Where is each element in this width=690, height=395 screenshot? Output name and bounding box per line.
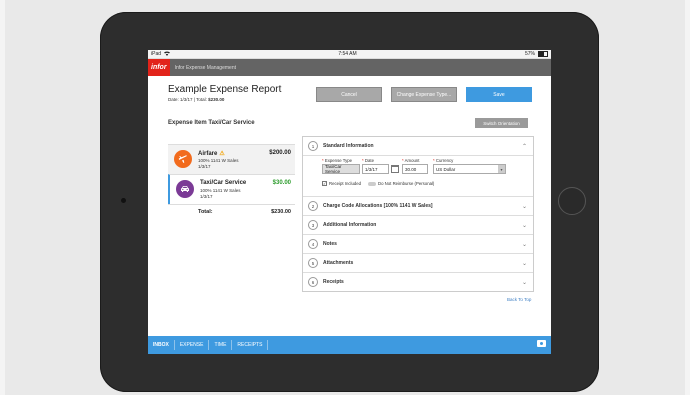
expense-type-label: * Expense Type	[322, 158, 353, 163]
receipt-included-checkbox[interactable]: ✓ Receipt Included	[322, 181, 361, 186]
cancel-button[interactable]: Cancel	[316, 87, 382, 102]
do-not-reimburse-toggle[interactable]: Do Not Reimburse (Personal)	[368, 181, 434, 186]
infor-logo[interactable]: infor	[148, 59, 170, 76]
chevron-down-icon: ⌄	[521, 222, 527, 229]
currency-select[interactable]: US Dollar ▾	[433, 164, 506, 174]
expense-item-title: Expense Item Taxi/Car Service	[168, 120, 255, 126]
total-label: Total:	[198, 209, 213, 215]
item-amount: $30.00	[272, 180, 291, 186]
bottom-tab-bar: INBOX EXPENSE TIME RECEIPTS	[148, 336, 551, 354]
save-button[interactable]: Save	[466, 87, 532, 102]
tab-expense[interactable]: EXPENSE	[175, 340, 210, 350]
back-to-top-link[interactable]: Back To Top	[507, 297, 531, 302]
check-icon: ✓	[322, 181, 327, 186]
meta-separator: |	[193, 97, 195, 102]
warning-icon: ⚠	[219, 151, 225, 157]
wifi-icon	[164, 51, 171, 58]
amount-field[interactable]: 30.00	[402, 164, 428, 174]
accordion-charge-code-allocations[interactable]: 2 Charge Code Allocations [100% 1141 W S…	[303, 197, 533, 216]
calendar-icon[interactable]	[391, 165, 399, 173]
item-name: Taxi/Car Service	[200, 180, 247, 186]
accordion-additional-information[interactable]: 3 Additional Information ⌄	[303, 216, 533, 235]
status-time: 7:54 AM	[338, 51, 357, 57]
date-field[interactable]: 1/3/17	[362, 164, 389, 174]
section-number: 6	[308, 277, 318, 287]
date-label: * Date	[362, 158, 374, 163]
status-bar: iPad 7:54 AM 57%	[148, 50, 551, 59]
section-label: Notes	[323, 241, 337, 247]
item-amount: $200.00	[269, 150, 291, 156]
report-date: Date: 1/3/17	[168, 97, 193, 102]
report-meta: Date: 1/3/17 | Total: $230.00	[168, 97, 224, 102]
home-button[interactable]	[558, 187, 586, 215]
standard-information-body: * Expense Type Taxi/Car Service * Date 1…	[303, 156, 533, 197]
report-title: Example Expense Report	[168, 84, 282, 95]
report-total-label: Total:	[196, 97, 207, 102]
car-icon	[176, 180, 194, 198]
tab-inbox[interactable]: INBOX	[148, 340, 175, 350]
item-name: Airfare ⚠	[198, 151, 225, 157]
expense-item-airfare[interactable]: Airfare ⚠ 100% 1141 W Sales 1/3/17 $200.0…	[168, 144, 295, 174]
tab-time[interactable]: TIME	[209, 340, 233, 350]
chevron-down-icon: ▾	[498, 165, 505, 173]
change-expense-type-button[interactable]: Change Expense Type...	[391, 87, 457, 102]
expense-item-taxi[interactable]: Taxi/Car Service 100% 1141 W Sales 1/3/1…	[168, 174, 295, 204]
item-allocation: 100% 1141 W Sales	[200, 188, 241, 193]
section-label: Attachments	[323, 260, 354, 266]
chevron-down-icon: ⌄	[521, 279, 527, 286]
section-label: Receipts	[323, 279, 344, 285]
expense-item-list: Airfare ⚠ 100% 1141 W Sales 1/3/17 $200.0…	[168, 144, 295, 219]
chevron-down-icon: ⌄	[521, 260, 527, 267]
accordion-attachments[interactable]: 5 Attachments ⌄	[303, 254, 533, 273]
app-screen: iPad 7:54 AM 57% infor Infor Expense Man…	[148, 50, 551, 354]
section-number: 3	[308, 220, 318, 230]
expense-detail-panel: 1 Standard Information ⌃ * Expense Type …	[302, 136, 534, 292]
switch-orientation-button[interactable]: Switch Orientation	[475, 118, 528, 128]
section-label: Standard Information	[323, 143, 374, 149]
items-total-row: Total: $230.00	[168, 204, 295, 219]
accordion-standard-information[interactable]: 1 Standard Information ⌃	[303, 137, 533, 156]
amount-label: * Amount	[402, 158, 420, 163]
front-camera	[121, 198, 126, 203]
currency-label: * Currency	[433, 158, 454, 163]
tab-receipts[interactable]: RECEIPTS	[232, 340, 269, 350]
section-label: Charge Code Allocations [100% 1141 W Sal…	[323, 203, 433, 209]
accordion-notes[interactable]: 4 Notes ⌄	[303, 235, 533, 254]
section-label: Additional Information	[323, 222, 377, 228]
battery-percent: 57%	[524, 51, 535, 57]
chevron-up-icon: ⌃	[521, 143, 527, 150]
section-number: 4	[308, 239, 318, 249]
do-not-reimburse-label: Do Not Reimburse (Personal)	[378, 181, 435, 186]
battery-icon	[537, 51, 548, 57]
section-number: 1	[308, 141, 318, 151]
section-number: 5	[308, 258, 318, 268]
app-header: infor Infor Expense Management	[148, 59, 551, 76]
section-number: 2	[308, 201, 318, 211]
app-title: Infor Expense Management	[174, 64, 236, 71]
item-allocation: 100% 1141 W Sales	[198, 158, 239, 163]
receipt-included-label: Receipt Included	[329, 181, 362, 186]
airplane-icon	[174, 150, 192, 168]
device-label: iPad	[151, 51, 162, 57]
camera-icon[interactable]	[537, 340, 546, 347]
expense-type-field[interactable]: Taxi/Car Service	[322, 164, 360, 174]
report-total-value: $230.00	[208, 97, 225, 102]
item-date: 1/3/17	[200, 194, 213, 199]
chevron-down-icon: ⌄	[521, 203, 527, 210]
item-date: 1/3/17	[198, 164, 211, 169]
chevron-down-icon: ⌄	[521, 241, 527, 248]
toggle-icon	[368, 181, 376, 186]
total-value: $230.00	[271, 209, 291, 215]
accordion-receipts[interactable]: 6 Receipts ⌄	[303, 273, 533, 291]
